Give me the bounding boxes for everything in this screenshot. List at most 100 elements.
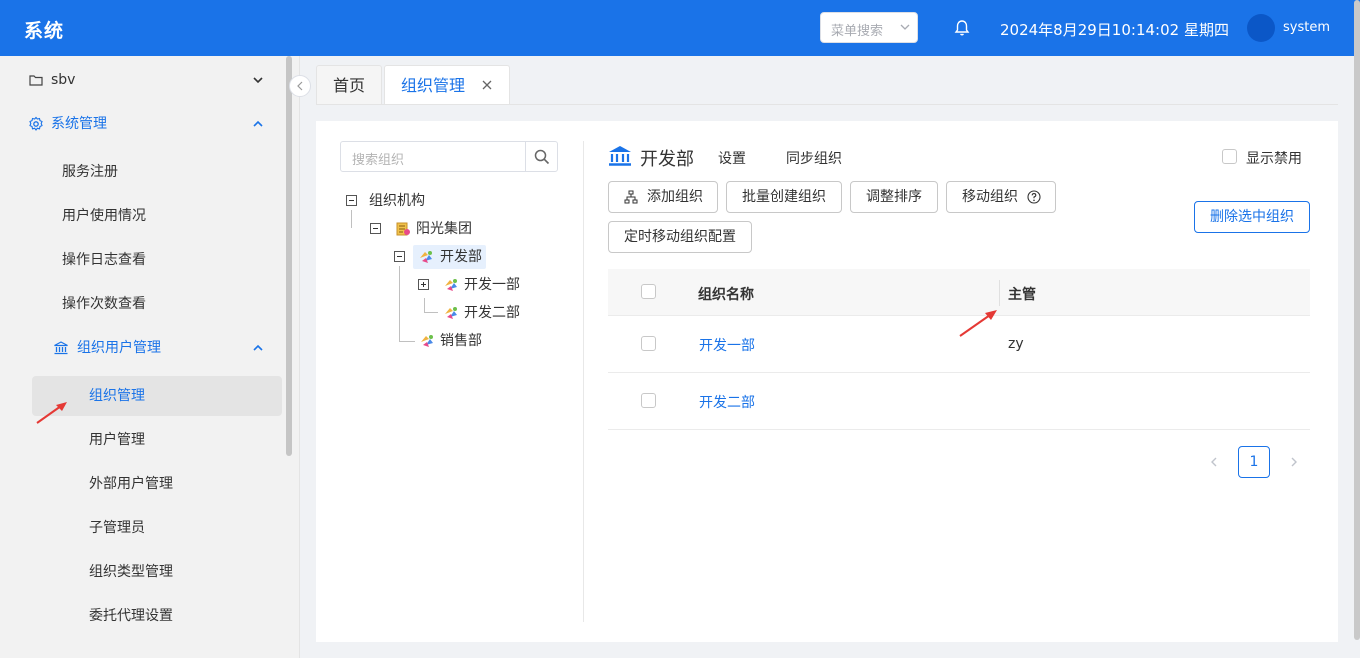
column-resize-handle[interactable] xyxy=(999,280,1000,306)
sidebar-item-label: 操作日志查看 xyxy=(62,252,146,268)
sidebar-item-label: 用户管理 xyxy=(89,432,145,448)
sidebar-item-label: sbv xyxy=(51,72,76,88)
button-label: 批量创建组织 xyxy=(742,189,826,205)
tree-node-label: 销售部 xyxy=(440,333,482,349)
sidebar-item-operation-count[interactable]: 操作次数查看 xyxy=(0,284,284,324)
row-divider xyxy=(608,429,1310,430)
sidebar-item-user-usage[interactable]: 用户使用情况 xyxy=(0,196,284,236)
tree-connector xyxy=(351,210,352,228)
sidebar-item-label: 外部用户管理 xyxy=(89,476,173,492)
sidebar-item-label: 操作次数查看 xyxy=(62,296,146,312)
sidebar-item-external-user-management[interactable]: 外部用户管理 xyxy=(0,464,284,504)
tree-connector xyxy=(424,298,425,312)
tree-connector xyxy=(424,312,438,313)
tab-bar-divider xyxy=(316,104,1338,105)
tree-collapse-toggle[interactable] xyxy=(346,195,357,206)
tree-node-org-root[interactable]: 组织机构 xyxy=(369,189,425,213)
tab-home[interactable]: 首页 xyxy=(316,65,382,104)
button-label: 定时移动组织配置 xyxy=(624,229,736,245)
annotation-arrow-icon xyxy=(959,310,997,337)
bell-icon[interactable] xyxy=(954,19,970,37)
row-checkbox[interactable] xyxy=(641,393,656,408)
username-label[interactable]: system xyxy=(1283,20,1330,35)
tree-node-dev-dept[interactable]: 开发部 xyxy=(413,245,486,269)
manager-cell: zy xyxy=(1008,336,1024,352)
delete-selected-org-button[interactable]: 删除选中组织 xyxy=(1194,201,1310,233)
sidebar-item-sub-admin[interactable]: 子管理员 xyxy=(0,508,284,548)
sidebar-scrollbar[interactable] xyxy=(286,56,292,456)
org-search-input[interactable]: 搜索组织 xyxy=(340,141,558,172)
prev-page-icon[interactable] xyxy=(1208,456,1220,468)
org-name-link[interactable]: 开发二部 xyxy=(699,392,755,412)
tab-org-management[interactable]: 组织管理 xyxy=(384,65,510,105)
chevron-down-icon xyxy=(253,77,263,84)
batch-create-org-button[interactable]: 批量创建组织 xyxy=(726,181,842,213)
annotation-arrow-icon xyxy=(36,402,67,424)
tree-expand-toggle[interactable] xyxy=(418,279,429,290)
sidebar-item-label: 服务注册 xyxy=(62,164,118,180)
settings-link[interactable]: 设置 xyxy=(718,148,746,168)
button-label: 添加组织 xyxy=(647,189,703,205)
org-search-button[interactable] xyxy=(525,142,557,171)
select-all-checkbox[interactable] xyxy=(641,284,656,299)
tree-collapse-toggle[interactable] xyxy=(370,223,381,234)
current-datetime: 2024年8月29日10:14:02 星期四 xyxy=(1000,21,1229,39)
sidebar-item-org-user-management[interactable]: 组织用户管理 xyxy=(0,328,284,368)
tree-node-label: 开发一部 xyxy=(464,277,520,293)
folder-icon xyxy=(29,75,43,86)
tree-collapse-toggle[interactable] xyxy=(394,251,405,262)
sidebar-item-org-type-management[interactable]: 组织类型管理 xyxy=(0,552,284,592)
page-number-current[interactable]: 1 xyxy=(1238,446,1270,478)
help-circle-icon xyxy=(1027,190,1041,204)
add-org-button[interactable]: 添加组织 xyxy=(608,181,718,213)
app-title: 系统 xyxy=(24,20,65,42)
sidebar-item-operation-log[interactable]: 操作日志查看 xyxy=(0,240,284,280)
page-scrollbar[interactable] xyxy=(1354,0,1360,640)
move-org-button[interactable]: 移动组织 xyxy=(946,181,1056,213)
sidebar-item-label: 组织用户管理 xyxy=(77,340,161,356)
avatar[interactable] xyxy=(1247,14,1275,42)
tree-connector xyxy=(399,341,415,342)
department-icon xyxy=(445,307,457,319)
org-name-link[interactable]: 开发一部 xyxy=(699,335,755,355)
search-icon xyxy=(534,149,550,165)
tree-node-label: 阳光集团 xyxy=(416,221,472,237)
tree-node-label: 开发二部 xyxy=(464,305,520,321)
company-icon xyxy=(396,222,410,236)
sync-org-link[interactable]: 同步组织 xyxy=(786,148,842,168)
row-divider xyxy=(608,372,1310,373)
collapse-sidebar-button[interactable] xyxy=(289,75,311,97)
sidebar-item-sbv[interactable]: sbv xyxy=(0,60,284,100)
show-disabled-label[interactable]: 显示禁用 xyxy=(1246,148,1302,168)
top-header: 系统 菜单搜索 2024年8月29日10:14:02 星期四 system xyxy=(0,0,1360,56)
show-disabled-checkbox[interactable] xyxy=(1222,149,1237,164)
sidebar-item-label: 组织类型管理 xyxy=(89,564,173,580)
row-checkbox[interactable] xyxy=(641,336,656,351)
column-header-manager[interactable]: 主管 xyxy=(1008,284,1036,304)
sidebar-item-service-registration[interactable]: 服务注册 xyxy=(0,152,284,192)
column-header-org-name[interactable]: 组织名称 xyxy=(698,284,754,304)
gear-icon xyxy=(29,116,43,131)
next-page-icon[interactable] xyxy=(1288,456,1300,468)
sidebar: sbv 系统管理 服务注册 用户使用情况 操作日志查看 操作次数查看 组织用户管… xyxy=(0,56,300,658)
tree-node-label: 开发部 xyxy=(440,249,482,265)
scheduled-move-config-button[interactable]: 定时移动组织配置 xyxy=(608,221,752,253)
menu-search-select[interactable]: 菜单搜索 xyxy=(820,12,918,43)
sidebar-item-label: 子管理员 xyxy=(89,520,145,536)
sidebar-item-system-management[interactable]: 系统管理 xyxy=(0,104,284,144)
button-label: 调整排序 xyxy=(866,189,922,205)
department-icon xyxy=(421,335,433,347)
menu-search-placeholder: 菜单搜索 xyxy=(831,24,884,39)
department-icon xyxy=(420,251,432,263)
chevron-down-icon xyxy=(900,24,910,30)
button-label: 移动组织 xyxy=(962,189,1018,205)
chevron-up-icon xyxy=(253,344,263,351)
sidebar-item-label: 委托代理设置 xyxy=(89,608,173,624)
adjust-order-button[interactable]: 调整排序 xyxy=(850,181,938,213)
tab-label: 组织管理 xyxy=(401,76,466,95)
sidebar-item-user-management[interactable]: 用户管理 xyxy=(0,420,284,460)
panel-divider xyxy=(583,141,584,622)
sidebar-item-delegate-settings[interactable]: 委托代理设置 xyxy=(0,596,284,636)
close-icon[interactable] xyxy=(481,79,493,91)
sidebar-item-label: 用户使用情况 xyxy=(62,208,146,224)
